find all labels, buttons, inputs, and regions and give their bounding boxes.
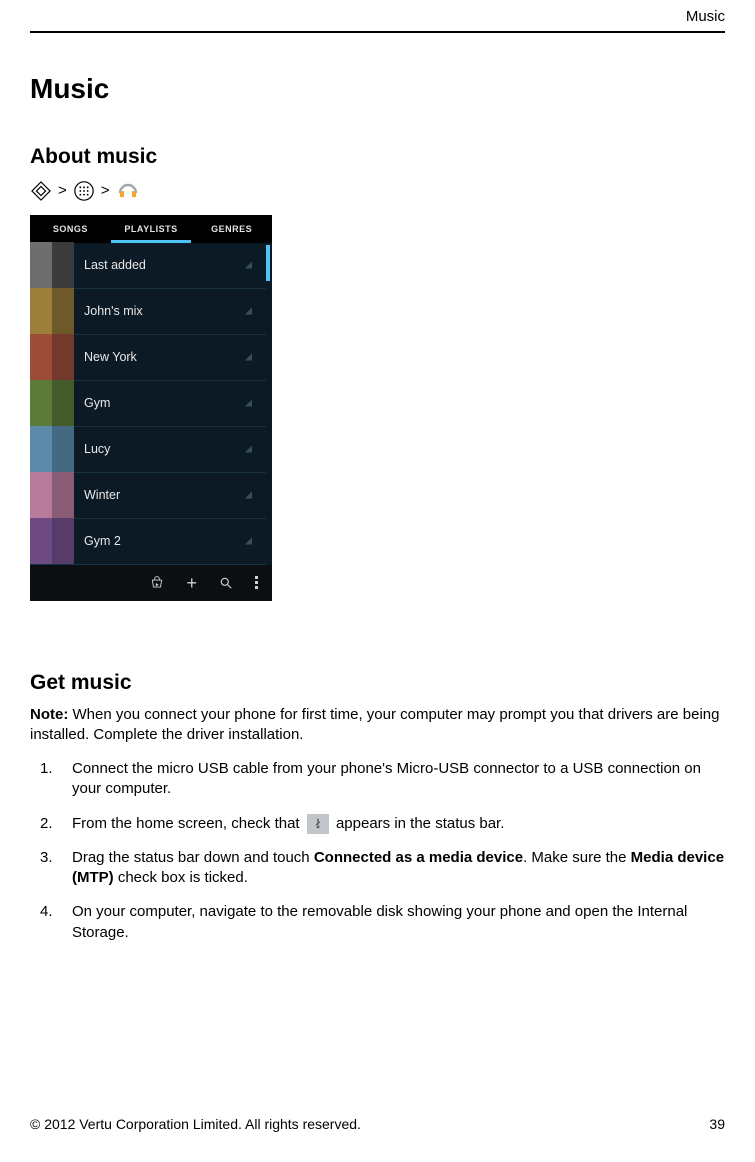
playlist-art-icon (30, 518, 74, 564)
playlist-row: Gym (30, 381, 266, 427)
playlist-row: Winter (30, 473, 266, 519)
apps-grid-icon (73, 180, 95, 202)
step-2-text-a: From the home screen, check that (72, 815, 304, 832)
usb-status-icon (307, 814, 329, 834)
playlist-name: Gym 2 (84, 534, 121, 548)
page-title: Music (30, 73, 725, 105)
step-3-text-c: . Make sure the (523, 849, 631, 866)
playlist-art-icon (30, 288, 74, 334)
expand-caret-icon (245, 262, 252, 269)
step-2-text-b: appears in the status bar. (336, 815, 504, 832)
path-separator: > (101, 182, 110, 199)
phone-bottom-bar: + (30, 565, 272, 601)
step-2: From the home screen, check that appears… (58, 814, 725, 834)
step-3: Drag the status bar down and touch Conne… (58, 848, 725, 889)
phone-tab-bar: SONGS PLAYLISTS GENRES (30, 215, 272, 243)
header-rule (30, 31, 725, 33)
playlist-art-icon (30, 380, 74, 426)
get-music-note: Note: When you connect your phone for fi… (30, 705, 725, 746)
playlist-art-icon (30, 472, 74, 518)
shop-icon (150, 576, 164, 590)
step-1: Connect the micro USB cable from your ph… (58, 759, 725, 800)
about-music-heading: About music (30, 145, 725, 169)
playlist-name: John's mix (84, 304, 143, 318)
playlist-row: Last added (30, 243, 266, 289)
search-icon (219, 576, 233, 590)
get-music-steps: Connect the micro USB cable from your ph… (30, 759, 725, 943)
step-3-bold-1: Connected as a media device (314, 849, 523, 866)
note-body: When you connect your phone for first ti… (30, 706, 719, 743)
playlist-name: Winter (84, 488, 120, 502)
overflow-menu-icon (255, 576, 258, 589)
page-number: 39 (709, 1116, 725, 1132)
step-3-text-e: check box is ticked. (114, 869, 248, 886)
copyright-text: © 2012 Vertu Corporation Limited. All ri… (30, 1116, 361, 1132)
header-section-label: Music (30, 0, 725, 31)
playlist-name: Last added (84, 258, 146, 272)
tab-playlists: PLAYLISTS (111, 215, 192, 243)
expand-caret-icon (245, 538, 252, 545)
headphones-music-icon (116, 179, 140, 203)
playlist-row: Gym 2 (30, 519, 266, 565)
page-footer: © 2012 Vertu Corporation Limited. All ri… (30, 1116, 725, 1132)
expand-caret-icon (245, 492, 252, 499)
get-music-heading: Get music (30, 671, 725, 695)
expand-caret-icon (245, 446, 252, 453)
navigation-path: > > (30, 179, 725, 203)
note-label: Note: (30, 706, 68, 723)
playlist-row: John's mix (30, 289, 266, 335)
playlist-art-icon (30, 242, 74, 288)
step-3-text-a: Drag the status bar down and touch (72, 849, 314, 866)
playlist-row: Lucy (30, 427, 266, 473)
playlist-list: Last added John's mix New York Gym Lucy Winte… (30, 243, 272, 565)
expand-caret-icon (245, 400, 252, 407)
expand-caret-icon (245, 354, 252, 361)
expand-caret-icon (245, 308, 252, 315)
playlist-name: New York (84, 350, 137, 364)
playlist-row: New York (30, 335, 266, 381)
step-4: On your computer, navigate to the remova… (58, 902, 725, 943)
phone-screenshot: SONGS PLAYLISTS GENRES Last added John's … (30, 215, 272, 601)
add-icon: + (186, 574, 197, 592)
playlist-art-icon (30, 334, 74, 380)
playlist-art-icon (30, 426, 74, 472)
path-separator: > (58, 182, 67, 199)
phone-scrollbar (266, 245, 270, 281)
tab-genres: GENRES (191, 215, 272, 243)
playlist-name: Gym (84, 396, 110, 410)
diamond-home-icon (30, 180, 52, 202)
playlist-name: Lucy (84, 442, 110, 456)
tab-songs: SONGS (30, 215, 111, 243)
